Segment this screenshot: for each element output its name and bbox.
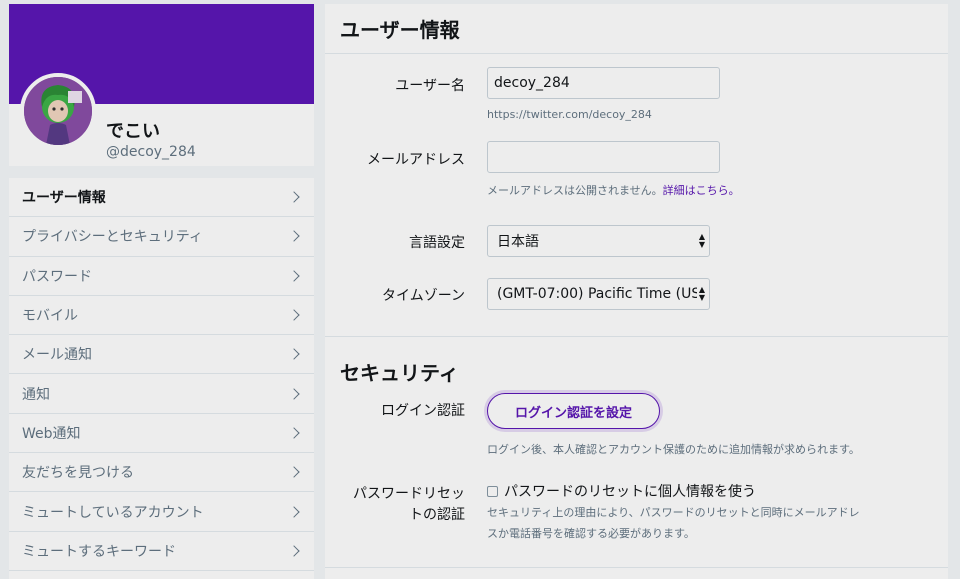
settings-menu: ユーザー情報 プライバシーとセキュリティ パスワード モバイル メール通知 通知… bbox=[9, 178, 314, 579]
profile-name[interactable]: でこい bbox=[106, 117, 160, 143]
email-hint: メールアドレスは公開されません。詳細はこちら。 bbox=[487, 182, 740, 198]
menu-item-web-notifications[interactable]: Web通知 bbox=[9, 414, 314, 454]
email-label: メールアドレス bbox=[367, 152, 465, 168]
avatar-illustration-icon bbox=[24, 77, 92, 145]
timezone-label: タイムゾーン bbox=[381, 288, 465, 304]
password-reset-label-line1: パスワードリセッ bbox=[353, 486, 465, 502]
timezone-selected-value: (GMT-07:00) Pacific Time (US bbox=[497, 286, 701, 302]
security-section-title: セキュリティ bbox=[340, 361, 459, 385]
menu-item-label: Web通知 bbox=[22, 425, 81, 442]
language-label: 言語設定 bbox=[409, 235, 465, 251]
chevron-right-icon bbox=[288, 545, 300, 557]
menu-item-label: 通知 bbox=[22, 386, 50, 403]
menu-item-label: ミュートしているアカウント bbox=[22, 504, 204, 521]
language-selected-value: 日本語 bbox=[497, 234, 539, 250]
menu-item-label: プライバシーとセキュリティ bbox=[22, 229, 203, 246]
chevron-right-icon bbox=[288, 466, 300, 478]
menu-item-label: モバイル bbox=[22, 308, 78, 325]
password-reset-desc-line2: スか電話番号を確認する必要があります。 bbox=[487, 527, 695, 540]
menu-item-mobile[interactable]: モバイル bbox=[9, 296, 314, 336]
chevron-right-icon bbox=[288, 191, 300, 203]
password-reset-option[interactable]: パスワードのリセットに個人情報を使う bbox=[487, 481, 756, 501]
menu-item-notifications[interactable]: 通知 bbox=[9, 374, 314, 414]
chevron-right-icon bbox=[288, 427, 300, 439]
login-verification-label: ログイン認証 bbox=[381, 403, 465, 419]
password-reset-desc-line1: セキュリティ上の理由により、パスワードのリセットと同時にメールアドレ bbox=[487, 506, 860, 519]
username-input[interactable] bbox=[487, 67, 720, 99]
section-divider bbox=[325, 567, 948, 568]
menu-item-muted-accounts[interactable]: ミュートしているアカウント bbox=[9, 492, 314, 532]
menu-item-user-info[interactable]: ユーザー情報 bbox=[9, 178, 314, 218]
page-title: ユーザー情報 bbox=[340, 18, 460, 42]
password-reset-label-line2: トの認証 bbox=[409, 507, 465, 523]
account-settings-panel: ユーザー情報 ユーザー名 https://twitter.com/decoy_2… bbox=[325, 4, 948, 579]
chevron-right-icon bbox=[288, 230, 300, 243]
avatar[interactable] bbox=[20, 73, 96, 149]
select-arrows-icon: ▲ ▼ bbox=[696, 285, 705, 302]
menu-item-find-friends[interactable]: 友だちを見つける bbox=[9, 453, 314, 493]
password-reset-checkbox[interactable] bbox=[487, 485, 498, 497]
menu-item-label: ユーザー情報 bbox=[22, 190, 106, 207]
menu-item-label: メール通知 bbox=[22, 347, 92, 364]
profile-card: でこい @decoy_284 bbox=[9, 4, 314, 166]
chevron-right-icon bbox=[288, 348, 300, 360]
email-input[interactable] bbox=[487, 141, 720, 173]
menu-item-password[interactable]: パスワード bbox=[9, 257, 314, 296]
menu-item-label: パスワード bbox=[22, 268, 92, 285]
chevron-right-icon bbox=[288, 309, 300, 321]
username-url: https://twitter.com/decoy_284 bbox=[487, 108, 652, 121]
select-arrows-icon: ▲ ▼ bbox=[696, 232, 705, 249]
menu-item-label: ミュートするキーワード bbox=[22, 543, 176, 560]
language-select[interactable]: 日本語 ▲ ▼ bbox=[487, 225, 710, 257]
menu-item-muted-words[interactable]: ミュートするキーワード bbox=[9, 532, 314, 571]
settings-page: でこい @decoy_284 ユーザー情報 プライバシーとセキュリティ パスワー… bbox=[0, 0, 960, 579]
setup-login-verification-button[interactable]: ログイン認証を設定 bbox=[487, 393, 660, 429]
email-hint-text: メールアドレスは公開されません。 bbox=[487, 184, 663, 197]
username-label: ユーザー名 bbox=[395, 78, 465, 94]
chevron-right-icon bbox=[288, 387, 300, 400]
panel-header: ユーザー情報 bbox=[325, 4, 948, 54]
login-verification-desc: ログイン後、本人確認とアカウント保護のために追加情報が求められます。 bbox=[487, 443, 860, 456]
menu-item-email-notifications[interactable]: メール通知 bbox=[9, 335, 314, 375]
timezone-select[interactable]: (GMT-07:00) Pacific Time (US ▲ ▼ bbox=[487, 278, 710, 310]
email-details-link[interactable]: 詳細はこちら。 bbox=[663, 184, 740, 197]
menu-item-privacy-security[interactable]: プライバシーとセキュリティ bbox=[9, 217, 314, 257]
section-divider bbox=[325, 336, 948, 337]
password-reset-checkbox-label[interactable]: パスワードのリセットに個人情報を使う bbox=[504, 481, 756, 501]
chevron-right-icon bbox=[288, 505, 300, 518]
chevron-right-icon bbox=[288, 270, 300, 282]
profile-handle[interactable]: @decoy_284 bbox=[106, 144, 196, 160]
menu-item-label: 友だちを見つける bbox=[22, 465, 134, 482]
